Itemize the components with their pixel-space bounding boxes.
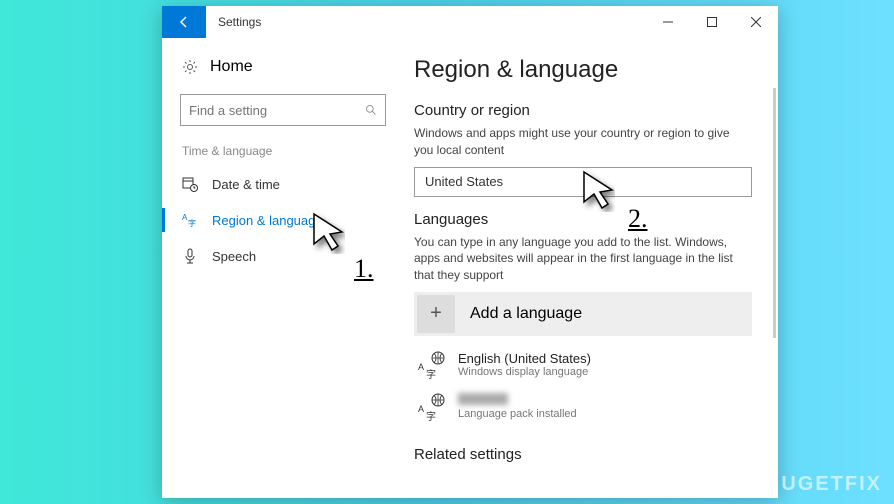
language-name: English (United States) — [458, 351, 591, 366]
scrollbar[interactable] — [773, 88, 776, 338]
content-area: Home Time & language Date & time A字 Regi… — [162, 38, 778, 498]
titlebar: Settings — [162, 6, 778, 38]
add-language-button[interactable]: + Add a language — [414, 292, 752, 336]
page-heading: Region & language — [414, 56, 752, 84]
nav-label: Date & time — [212, 177, 280, 192]
arrow-left-icon — [176, 14, 192, 30]
country-value: United States — [425, 174, 503, 189]
section-related: Related settings — [414, 446, 752, 463]
maximize-button[interactable] — [690, 6, 734, 38]
country-desc: Windows and apps might use your country … — [414, 125, 752, 159]
svg-text:字: 字 — [426, 410, 436, 422]
calendar-clock-icon — [182, 176, 198, 192]
window-title: Settings — [218, 15, 261, 29]
maximize-icon — [707, 17, 717, 27]
category-title: Time & language — [182, 144, 384, 158]
microphone-icon — [182, 248, 198, 264]
svg-text:A: A — [418, 362, 424, 372]
svg-text:字: 字 — [188, 218, 196, 228]
svg-text:A: A — [418, 404, 424, 414]
language-globe-icon: A字 — [416, 392, 446, 422]
nav-region-language[interactable]: A字 Region & language — [162, 202, 404, 238]
main-panel: Region & language Country or region Wind… — [404, 38, 778, 498]
minimize-icon — [663, 17, 673, 27]
add-language-label: Add a language — [470, 305, 582, 323]
language-globe-icon: A字 — [416, 350, 446, 380]
search-icon — [365, 103, 377, 117]
language-sub: Language pack installed — [458, 408, 577, 420]
back-button[interactable] — [162, 6, 206, 38]
plus-icon: + — [417, 295, 455, 333]
gear-icon — [182, 59, 198, 75]
language-item[interactable]: A字 Language pack installed — [414, 386, 752, 428]
language-name — [458, 393, 577, 408]
region-language-icon: A字 — [182, 212, 198, 228]
nav-date-time[interactable]: Date & time — [162, 166, 404, 202]
watermark: UGETFIX — [781, 473, 882, 496]
search-box[interactable] — [180, 94, 386, 126]
search-input[interactable] — [189, 103, 365, 118]
section-country: Country or region — [414, 102, 752, 119]
country-dropdown[interactable]: United States — [414, 167, 752, 197]
close-button[interactable] — [734, 6, 778, 38]
callout-2: 2. — [628, 204, 648, 234]
language-item[interactable]: A字 English (United States) Windows displ… — [414, 344, 752, 386]
window-controls — [646, 6, 778, 38]
section-languages: Languages — [414, 211, 752, 228]
close-icon — [751, 17, 761, 27]
home-label: Home — [210, 58, 253, 76]
minimize-button[interactable] — [646, 6, 690, 38]
svg-text:字: 字 — [426, 368, 436, 380]
languages-desc: You can type in any language you add to … — [414, 234, 752, 284]
nav-label: Region & language — [212, 213, 323, 228]
settings-window: Settings Home Time & language Date & tim… — [162, 6, 778, 498]
language-sub: Windows display language — [458, 366, 591, 378]
callout-1: 1. — [354, 254, 374, 284]
home-button[interactable]: Home — [162, 50, 404, 84]
nav-label: Speech — [212, 249, 256, 264]
